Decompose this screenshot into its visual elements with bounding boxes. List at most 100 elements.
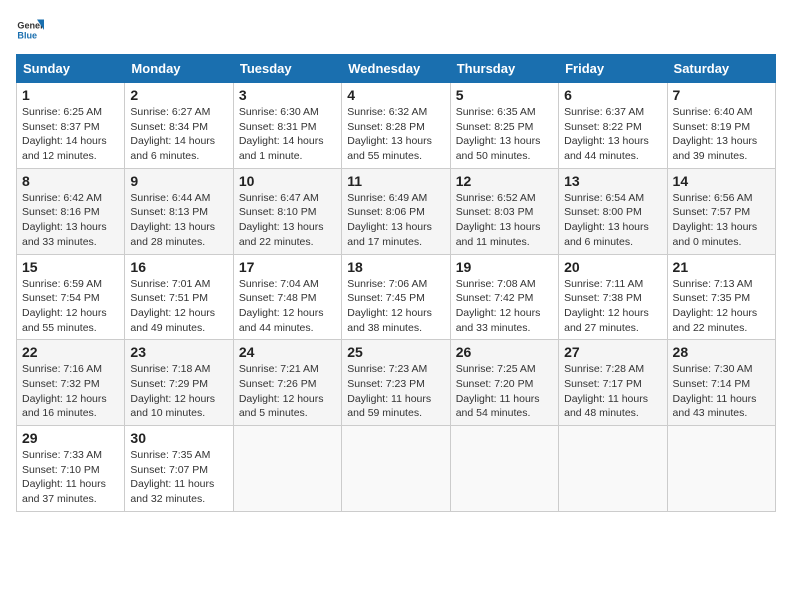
day-cell	[450, 426, 558, 512]
day-number: 14	[673, 173, 770, 189]
day-info: Sunrise: 7:25 AMSunset: 7:20 PMDaylight:…	[456, 362, 553, 421]
dow-tuesday: Tuesday	[233, 55, 341, 83]
day-number: 17	[239, 259, 336, 275]
day-info: Sunrise: 6:37 AMSunset: 8:22 PMDaylight:…	[564, 105, 661, 164]
day-info: Sunrise: 6:54 AMSunset: 8:00 PMDaylight:…	[564, 191, 661, 250]
day-info: Sunrise: 6:32 AMSunset: 8:28 PMDaylight:…	[347, 105, 444, 164]
day-number: 5	[456, 87, 553, 103]
day-number: 4	[347, 87, 444, 103]
day-cell	[667, 426, 775, 512]
day-cell: 10 Sunrise: 6:47 AMSunset: 8:10 PMDayligh…	[233, 168, 341, 254]
day-number: 29	[22, 430, 119, 446]
logo: General Blue	[16, 16, 44, 44]
day-info: Sunrise: 6:27 AMSunset: 8:34 PMDaylight:…	[130, 105, 227, 164]
day-info: Sunrise: 6:47 AMSunset: 8:10 PMDaylight:…	[239, 191, 336, 250]
day-info: Sunrise: 6:35 AMSunset: 8:25 PMDaylight:…	[456, 105, 553, 164]
day-number: 23	[130, 344, 227, 360]
week-row-3: 15 Sunrise: 6:59 AMSunset: 7:54 PMDayligh…	[17, 254, 776, 340]
day-cell: 16Sunrise: 7:01 AMSunset: 7:51 PMDayligh…	[125, 254, 233, 340]
day-number: 15	[22, 259, 119, 275]
day-cell: 2 Sunrise: 6:27 AMSunset: 8:34 PMDaylight…	[125, 83, 233, 169]
day-number: 1	[22, 87, 119, 103]
day-number: 9	[130, 173, 227, 189]
day-cell	[233, 426, 341, 512]
day-cell: 12 Sunrise: 6:52 AMSunset: 8:03 PMDayligh…	[450, 168, 558, 254]
day-number: 25	[347, 344, 444, 360]
day-number: 28	[673, 344, 770, 360]
week-row-1: 1 Sunrise: 6:25 AMSunset: 8:37 PMDaylight…	[17, 83, 776, 169]
logo-icon: General Blue	[16, 16, 44, 44]
days-of-week-header: SundayMondayTuesdayWednesdayThursdayFrid…	[17, 55, 776, 83]
day-cell: 27 Sunrise: 7:28 AMSunset: 7:17 PMDayligh…	[559, 340, 667, 426]
day-info: Sunrise: 7:13 AMSunset: 7:35 PMDaylight:…	[673, 277, 770, 336]
dow-thursday: Thursday	[450, 55, 558, 83]
day-info: Sunrise: 7:18 AMSunset: 7:29 PMDaylight:…	[130, 362, 227, 421]
dow-friday: Friday	[559, 55, 667, 83]
day-cell: 14Sunrise: 6:56 AMSunset: 7:57 PMDayligh…	[667, 168, 775, 254]
day-cell: 13 Sunrise: 6:54 AMSunset: 8:00 PMDayligh…	[559, 168, 667, 254]
day-cell: 11 Sunrise: 6:49 AMSunset: 8:06 PMDayligh…	[342, 168, 450, 254]
day-info: Sunrise: 6:44 AMSunset: 8:13 PMDaylight:…	[130, 191, 227, 250]
day-cell: 5 Sunrise: 6:35 AMSunset: 8:25 PMDaylight…	[450, 83, 558, 169]
day-cell: 30Sunrise: 7:35 AMSunset: 7:07 PMDayligh…	[125, 426, 233, 512]
day-info: Sunrise: 6:52 AMSunset: 8:03 PMDaylight:…	[456, 191, 553, 250]
day-info: Sunrise: 6:40 AMSunset: 8:19 PMDaylight:…	[673, 105, 770, 164]
day-info: Sunrise: 7:33 AMSunset: 7:10 PMDaylight:…	[22, 448, 119, 507]
day-cell: 15 Sunrise: 6:59 AMSunset: 7:54 PMDayligh…	[17, 254, 125, 340]
day-cell: 3 Sunrise: 6:30 AMSunset: 8:31 PMDaylight…	[233, 83, 341, 169]
day-number: 10	[239, 173, 336, 189]
day-number: 26	[456, 344, 553, 360]
day-cell	[559, 426, 667, 512]
svg-text:Blue: Blue	[17, 30, 37, 40]
day-info: Sunrise: 7:08 AMSunset: 7:42 PMDaylight:…	[456, 277, 553, 336]
day-info: Sunrise: 7:21 AMSunset: 7:26 PMDaylight:…	[239, 362, 336, 421]
day-cell: 18Sunrise: 7:06 AMSunset: 7:45 PMDayligh…	[342, 254, 450, 340]
day-cell	[342, 426, 450, 512]
day-number: 30	[130, 430, 227, 446]
day-cell: 7 Sunrise: 6:40 AMSunset: 8:19 PMDaylight…	[667, 83, 775, 169]
day-number: 3	[239, 87, 336, 103]
day-number: 2	[130, 87, 227, 103]
day-number: 7	[673, 87, 770, 103]
day-info: Sunrise: 7:28 AMSunset: 7:17 PMDaylight:…	[564, 362, 661, 421]
day-number: 13	[564, 173, 661, 189]
day-number: 22	[22, 344, 119, 360]
header: General Blue	[16, 16, 776, 44]
day-cell: 8 Sunrise: 6:42 AMSunset: 8:16 PMDaylight…	[17, 168, 125, 254]
day-info: Sunrise: 6:25 AMSunset: 8:37 PMDaylight:…	[22, 105, 119, 164]
day-cell: 25 Sunrise: 7:23 AMSunset: 7:23 PMDayligh…	[342, 340, 450, 426]
week-row-2: 8 Sunrise: 6:42 AMSunset: 8:16 PMDaylight…	[17, 168, 776, 254]
day-cell: 20Sunrise: 7:11 AMSunset: 7:38 PMDayligh…	[559, 254, 667, 340]
day-cell: 6 Sunrise: 6:37 AMSunset: 8:22 PMDaylight…	[559, 83, 667, 169]
day-cell: 17 Sunrise: 7:04 AMSunset: 7:48 PMDayligh…	[233, 254, 341, 340]
day-number: 8	[22, 173, 119, 189]
day-cell: 21 Sunrise: 7:13 AMSunset: 7:35 PMDayligh…	[667, 254, 775, 340]
day-number: 24	[239, 344, 336, 360]
day-cell: 28 Sunrise: 7:30 AMSunset: 7:14 PMDayligh…	[667, 340, 775, 426]
day-info: Sunrise: 6:49 AMSunset: 8:06 PMDaylight:…	[347, 191, 444, 250]
day-info: Sunrise: 7:06 AMSunset: 7:45 PMDaylight:…	[347, 277, 444, 336]
day-info: Sunrise: 6:42 AMSunset: 8:16 PMDaylight:…	[22, 191, 119, 250]
day-number: 27	[564, 344, 661, 360]
day-cell: 22Sunrise: 7:16 AMSunset: 7:32 PMDayligh…	[17, 340, 125, 426]
day-info: Sunrise: 7:23 AMSunset: 7:23 PMDaylight:…	[347, 362, 444, 421]
day-cell: 4 Sunrise: 6:32 AMSunset: 8:28 PMDaylight…	[342, 83, 450, 169]
day-number: 11	[347, 173, 444, 189]
dow-monday: Monday	[125, 55, 233, 83]
day-info: Sunrise: 6:59 AMSunset: 7:54 PMDaylight:…	[22, 277, 119, 336]
day-info: Sunrise: 6:30 AMSunset: 8:31 PMDaylight:…	[239, 105, 336, 164]
dow-sunday: Sunday	[17, 55, 125, 83]
day-cell: 23 Sunrise: 7:18 AMSunset: 7:29 PMDayligh…	[125, 340, 233, 426]
day-number: 12	[456, 173, 553, 189]
day-info: Sunrise: 7:04 AMSunset: 7:48 PMDaylight:…	[239, 277, 336, 336]
day-number: 6	[564, 87, 661, 103]
day-info: Sunrise: 7:01 AMSunset: 7:51 PMDaylight:…	[130, 277, 227, 336]
calendar-body: 1 Sunrise: 6:25 AMSunset: 8:37 PMDaylight…	[17, 83, 776, 512]
day-number: 19	[456, 259, 553, 275]
day-number: 21	[673, 259, 770, 275]
day-cell: 9 Sunrise: 6:44 AMSunset: 8:13 PMDaylight…	[125, 168, 233, 254]
day-info: Sunrise: 7:30 AMSunset: 7:14 PMDaylight:…	[673, 362, 770, 421]
dow-wednesday: Wednesday	[342, 55, 450, 83]
day-cell: 29 Sunrise: 7:33 AMSunset: 7:10 PMDayligh…	[17, 426, 125, 512]
day-cell: 1 Sunrise: 6:25 AMSunset: 8:37 PMDaylight…	[17, 83, 125, 169]
